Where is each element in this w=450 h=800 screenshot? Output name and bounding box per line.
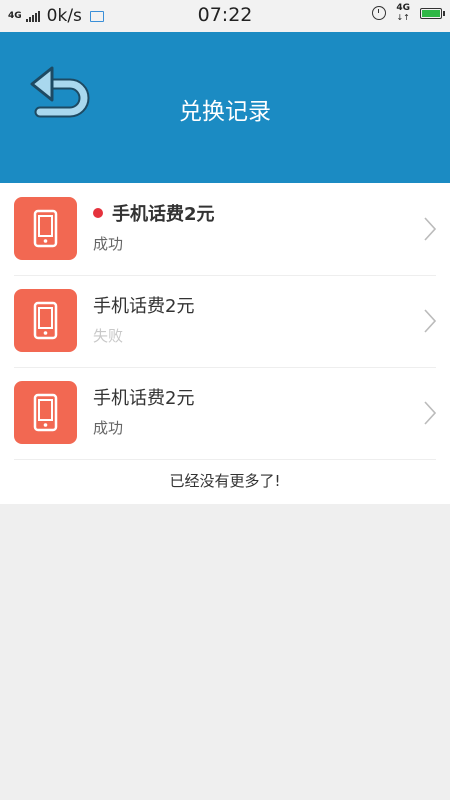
status-bar: 4G 0k/s 07:22 4G ↓↑ [0,0,450,32]
record-status: 成功 [93,419,124,437]
chevron-right-icon [424,217,436,241]
mobile-data-label: 4G [396,3,410,13]
alarm-icon [372,6,387,20]
page-title: 兑换记录 [179,99,271,125]
mobile-data-icon: 4G ↓↑ [396,3,410,23]
chevron-right-icon [424,401,436,425]
status-bar-right: 4G ↓↑ [372,3,445,23]
phone-icon [14,197,77,260]
record-title: 手机话费2元 [93,296,195,317]
end-of-list-note: 已经没有更多了! [14,459,436,504]
battery-icon [420,7,445,19]
app-header: 兑换记录 [0,32,450,183]
phone-icon [14,289,77,352]
record-title-text: 手机话费2元 [112,204,215,225]
unread-dot [93,208,103,218]
record-list: 手机话费2元 成功 手机话费2元 失败 手机话费2元 成功 已经没有更多了! [0,183,450,504]
chevron-right-icon [424,309,436,333]
phone-icon [14,381,77,444]
list-item[interactable]: 手机话费2元 成功 [0,367,450,459]
list-item[interactable]: 手机话费2元 成功 [0,183,450,275]
record-title: 手机话费2元 [93,200,215,226]
record-status: 成功 [93,235,124,253]
list-item[interactable]: 手机话费2元 失败 [0,275,450,367]
record-status: 失败 [93,327,124,345]
record-title: 手机话费2元 [93,388,195,409]
